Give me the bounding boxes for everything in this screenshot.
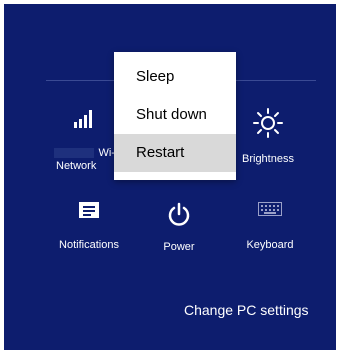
keyboard-tile[interactable]: Keyboard (230, 202, 310, 252)
brightness-label: Brightness (242, 153, 294, 165)
power-label: Power (163, 241, 195, 253)
power-icon (154, 202, 204, 233)
power-tile[interactable]: Power (154, 202, 204, 254)
network-label: Network (56, 160, 97, 172)
notifications-label: Notifications (59, 239, 119, 251)
signal-bars-icon (48, 108, 120, 133)
keyboard-icon (230, 202, 310, 221)
power-menu: Sleep Shut down Restart (114, 52, 236, 180)
brightness-tile[interactable]: Brightness (232, 108, 304, 166)
keyboard-label: Keyboard (246, 239, 294, 251)
menu-item-shut-down[interactable]: Shut down (114, 96, 236, 134)
menu-item-sleep[interactable]: Sleep (114, 58, 236, 96)
redacted-network-name (54, 148, 94, 158)
change-pc-settings-link[interactable]: Change PC settings (184, 302, 309, 318)
menu-item-restart[interactable]: Restart (114, 134, 236, 172)
sun-icon (232, 108, 304, 143)
notifications-tile[interactable]: Notifications (44, 202, 134, 252)
notifications-icon (44, 202, 134, 223)
wifi-tile[interactable]: Wi-I Network (48, 108, 120, 173)
